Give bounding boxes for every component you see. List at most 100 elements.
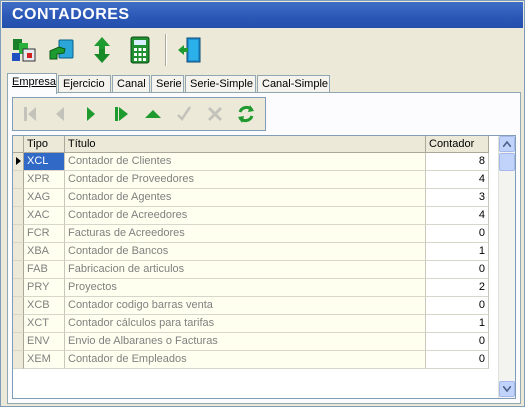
column-header-tipo[interactable]: Tipo <box>24 136 65 153</box>
nav-refresh-button[interactable] <box>232 100 260 128</box>
cell-contador[interactable]: 0 <box>426 261 489 279</box>
calculator-icon <box>130 36 150 64</box>
cell-tipo[interactable]: ENV <box>24 333 65 351</box>
window-title: CONTADORES <box>2 2 523 28</box>
cell-titulo[interactable]: Envio de Albaranes o Facturas <box>65 333 426 351</box>
hand-card-button[interactable] <box>45 33 79 67</box>
insert-icon <box>145 110 161 118</box>
exit-door-icon <box>178 37 201 63</box>
grid-header: Tipo Título Contador <box>13 136 499 153</box>
indicator-header <box>13 136 24 153</box>
contadores-window: CONTADORES Empresa Ejercicio Canal Serie… <box>0 0 525 407</box>
table-row[interactable]: XPR Contador de Proveedores 4 <box>13 171 499 189</box>
cell-titulo[interactable]: Proyectos <box>65 279 426 297</box>
cell-titulo[interactable]: Contador de Empleados <box>65 351 426 369</box>
exit-button[interactable] <box>173 33 207 67</box>
cell-titulo[interactable]: Contador de Agentes <box>65 189 426 207</box>
tab-empresa[interactable]: Empresa <box>7 73 57 94</box>
tab-label: Empresa <box>12 76 57 88</box>
calculator-button[interactable] <box>123 33 157 67</box>
tab-canal[interactable]: Canal <box>112 75 150 93</box>
cell-contador[interactable]: 1 <box>426 315 489 333</box>
row-indicator <box>13 333 24 351</box>
cell-contador[interactable]: 2 <box>426 279 489 297</box>
users-config-button[interactable] <box>7 33 41 67</box>
scroll-down-button[interactable] <box>499 381 515 397</box>
row-indicator <box>13 207 24 225</box>
cell-tipo[interactable]: XBA <box>24 243 65 261</box>
tab-serie[interactable]: Serie <box>151 75 184 93</box>
table-row[interactable]: PRY Proyectos 2 <box>13 279 499 297</box>
column-header-titulo[interactable]: Título <box>65 136 426 153</box>
cell-contador[interactable]: 1 <box>426 243 489 261</box>
table-row[interactable]: XAG Contador de Agentes 3 <box>13 189 499 207</box>
table-row[interactable]: XCL Contador de Clientes 8 <box>13 153 499 171</box>
scroll-up-button[interactable] <box>499 136 515 152</box>
table-row[interactable]: FAB Fabricacion de articulos 0 <box>13 261 499 279</box>
column-header-contador[interactable]: Contador <box>426 136 489 153</box>
up-down-button[interactable] <box>85 33 119 67</box>
tab-canal-simple[interactable]: Canal-Simple <box>257 75 330 93</box>
nav-post-button[interactable] <box>170 100 198 128</box>
cell-contador[interactable]: 4 <box>426 207 489 225</box>
cell-tipo[interactable]: XEM <box>24 351 65 369</box>
nav-last-button[interactable] <box>108 100 136 128</box>
tab-ejercicio[interactable]: Ejercicio <box>58 75 111 93</box>
tab-label: Ejercicio <box>63 78 105 90</box>
cell-tipo[interactable]: XCL <box>24 153 65 171</box>
users-config-icon <box>12 39 36 62</box>
row-indicator <box>13 171 24 189</box>
nav-prior-button[interactable] <box>46 100 74 128</box>
table-row[interactable]: XCT Contador cálculos para tarifas 1 <box>13 315 499 333</box>
cell-titulo[interactable]: Facturas de Acreedores <box>65 225 426 243</box>
cell-titulo[interactable]: Contador de Acreedores <box>65 207 426 225</box>
cell-contador[interactable]: 0 <box>426 351 489 369</box>
table-row[interactable]: ENV Envio de Albaranes o Facturas 0 <box>13 333 499 351</box>
tab-label: Serie-Simple <box>190 78 253 90</box>
first-icon <box>24 107 36 121</box>
cell-contador[interactable]: 0 <box>426 297 489 315</box>
vertical-scrollbar[interactable] <box>498 136 515 398</box>
contadores-grid[interactable]: Tipo Título Contador XCL Contador de Clie… <box>12 135 516 399</box>
cell-contador[interactable]: 0 <box>426 333 489 351</box>
cell-tipo[interactable]: FAB <box>24 261 65 279</box>
prior-icon <box>56 107 64 121</box>
table-row[interactable]: XCB Contador codigo barras venta 0 <box>13 297 499 315</box>
cell-titulo[interactable]: Fabricacion de articulos <box>65 261 426 279</box>
cell-tipo[interactable]: XPR <box>24 171 65 189</box>
tab-serie-simple[interactable]: Serie-Simple <box>185 75 256 93</box>
row-indicator <box>13 189 24 207</box>
cell-contador[interactable]: 8 <box>426 153 489 171</box>
cell-tipo[interactable]: XAC <box>24 207 65 225</box>
nav-first-button[interactable] <box>16 100 44 128</box>
table-row[interactable]: XBA Contador de Bancos 1 <box>13 243 499 261</box>
nav-cancel-button[interactable] <box>201 100 229 128</box>
hand-card-icon <box>49 39 74 60</box>
cell-titulo[interactable]: Contador de Clientes <box>65 153 426 171</box>
nav-next-button[interactable] <box>77 100 105 128</box>
last-icon <box>115 107 128 121</box>
cell-tipo[interactable]: XCB <box>24 297 65 315</box>
cell-contador[interactable]: 0 <box>426 225 489 243</box>
cell-contador[interactable]: 4 <box>426 171 489 189</box>
cell-tipo[interactable]: XCT <box>24 315 65 333</box>
tab-panel-empresa: Tipo Título Contador XCL Contador de Clie… <box>7 92 521 404</box>
tab-label: Serie <box>156 78 182 90</box>
cell-titulo[interactable]: Contador de Proveedores <box>65 171 426 189</box>
table-row[interactable]: FCR Facturas de Acreedores 0 <box>13 225 499 243</box>
cell-tipo[interactable]: XAG <box>24 189 65 207</box>
tab-label: Canal <box>117 78 146 90</box>
scroll-thumb[interactable] <box>499 153 515 171</box>
cell-tipo[interactable]: PRY <box>24 279 65 297</box>
cell-titulo[interactable]: Contador cálculos para tarifas <box>65 315 426 333</box>
tab-strip: Empresa Ejercicio Canal Serie Serie-Simp… <box>7 73 522 94</box>
table-row[interactable]: XEM Contador de Empleados 0 <box>13 351 499 369</box>
cell-titulo[interactable]: Contador de Bancos <box>65 243 426 261</box>
cell-tipo[interactable]: FCR <box>24 225 65 243</box>
current-row-arrow-icon <box>16 157 21 165</box>
cell-titulo[interactable]: Contador codigo barras venta <box>65 297 426 315</box>
nav-insert-button[interactable] <box>139 100 167 128</box>
table-row[interactable]: XAC Contador de Acreedores 4 <box>13 207 499 225</box>
row-indicator <box>13 225 24 243</box>
cell-contador[interactable]: 3 <box>426 189 489 207</box>
